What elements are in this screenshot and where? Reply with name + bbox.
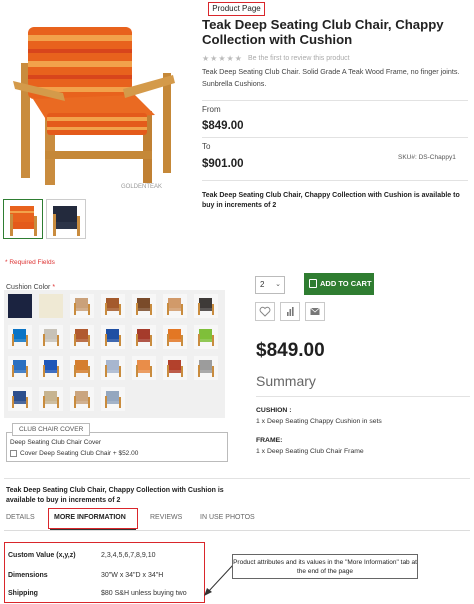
cover-option-label[interactable]: Cover Deep Seating Club Chair + $52.00 xyxy=(20,450,138,457)
cushion-swatch[interactable] xyxy=(39,325,63,349)
product-main-image[interactable]: GOLDENTEAK xyxy=(3,3,195,193)
cover-option-title: Deep Seating Club Chair Cover xyxy=(10,439,102,446)
wishlist-button[interactable] xyxy=(255,302,275,321)
email-button[interactable] xyxy=(305,302,325,321)
summary-frame-value: 1 x Deep Seating Club Chair Frame xyxy=(256,448,364,455)
cushion-swatch[interactable] xyxy=(132,294,156,318)
cushion-swatch[interactable] xyxy=(163,356,187,380)
divider xyxy=(4,478,470,479)
cushion-swatch[interactable] xyxy=(132,325,156,349)
annotation-callout: Product attributes and its values in the… xyxy=(232,554,418,579)
summary-cushion-value: 1 x Deep Seating Chappy Cushion in sets xyxy=(256,418,382,425)
cushion-swatch[interactable] xyxy=(8,356,32,380)
buy-increment-note-2: Teak Deep Seating Club Chair, Chappy Col… xyxy=(6,487,224,504)
to-label: To xyxy=(202,142,211,151)
review-link[interactable]: Be the first to review this product xyxy=(248,55,350,62)
cushion-swatch[interactable] xyxy=(163,294,187,318)
sku-text: SKU#: DS-Chappy1 xyxy=(398,154,456,161)
annotation-arrow-icon xyxy=(204,564,234,596)
cushion-swatch[interactable] xyxy=(70,387,94,411)
cushion-swatch[interactable] xyxy=(132,356,156,380)
cushion-swatch[interactable] xyxy=(194,356,218,380)
tab-bar-line xyxy=(4,530,470,531)
cushion-swatch[interactable] xyxy=(39,294,63,318)
thumbnail-navy-chair xyxy=(47,200,85,238)
thumbnail-navy[interactable] xyxy=(46,199,86,239)
cushion-swatch[interactable] xyxy=(70,325,94,349)
product-page-callout: Product Page xyxy=(208,2,265,16)
heart-icon xyxy=(259,306,271,317)
thumbnail-orange-chair xyxy=(4,200,42,238)
cushion-swatch[interactable] xyxy=(70,294,94,318)
rating-stars: ★★★★★ xyxy=(202,54,243,63)
divider xyxy=(202,180,468,181)
cushion-swatch[interactable] xyxy=(8,325,32,349)
cushion-swatch[interactable] xyxy=(70,356,94,380)
cushion-swatch[interactable] xyxy=(39,387,63,411)
tab-details[interactable]: DETAILS xyxy=(6,514,35,521)
cover-group-tab: CLUB CHAIR COVER xyxy=(12,423,91,436)
shopping-bag-icon xyxy=(309,279,317,288)
tab-reviews[interactable]: REVIEWS xyxy=(150,514,182,521)
chair-illustration: GOLDENTEAK xyxy=(3,3,195,193)
summary-cushion-label: CUSHION : xyxy=(256,407,292,414)
tab-in-use-photos[interactable]: IN USE PHOTOS xyxy=(200,514,255,521)
cushion-swatch[interactable] xyxy=(163,325,187,349)
compare-button[interactable] xyxy=(280,302,300,321)
summary-frame-label: FRAME: xyxy=(256,437,283,444)
attributes-callout-box xyxy=(4,542,205,603)
cushion-swatch[interactable] xyxy=(101,294,125,318)
cushion-swatch[interactable] xyxy=(194,325,218,349)
cushion-swatch[interactable] xyxy=(101,387,125,411)
add-to-cart-button[interactable]: ADD TO CART xyxy=(304,273,374,295)
quantity-value: 2 xyxy=(260,280,265,289)
cushion-swatch[interactable] xyxy=(39,356,63,380)
cover-option-group xyxy=(6,432,228,462)
divider xyxy=(202,100,468,101)
cushion-swatch-panel xyxy=(4,290,225,418)
from-label: From xyxy=(202,105,221,114)
more-info-callout-box xyxy=(48,508,138,529)
current-price: $849.00 xyxy=(256,340,325,361)
quantity-select[interactable]: 2 ⌄ xyxy=(255,276,285,294)
buy-increment-note: Teak Deep Seating Club Chair, Chappy Col… xyxy=(202,192,460,209)
image-watermark: GOLDENTEAK xyxy=(121,184,162,190)
add-to-cart-label: ADD TO CART xyxy=(320,279,372,288)
required-fields-note: * Required Fields xyxy=(5,259,55,266)
cushion-swatch[interactable] xyxy=(8,294,32,318)
cushion-swatch[interactable] xyxy=(101,325,125,349)
product-description: Teak Deep Seating Club Chair. Solid Grad… xyxy=(202,67,460,88)
to-price: $901.00 xyxy=(202,158,244,170)
from-price: $849.00 xyxy=(202,120,244,132)
summary-heading: Summary xyxy=(256,373,316,389)
thumbnail-orange[interactable] xyxy=(3,199,43,239)
cushion-swatch[interactable] xyxy=(194,294,218,318)
bar-chart-icon xyxy=(287,307,294,316)
divider xyxy=(202,137,468,138)
cushion-swatch[interactable] xyxy=(101,356,125,380)
cover-option-checkbox[interactable] xyxy=(10,450,17,457)
product-title: Teak Deep Seating Club Chair, Chappy Col… xyxy=(202,17,444,47)
divider xyxy=(256,396,470,397)
cushion-swatch[interactable] xyxy=(8,387,32,411)
envelope-icon xyxy=(310,307,320,315)
chevron-down-icon: ⌄ xyxy=(275,281,281,288)
